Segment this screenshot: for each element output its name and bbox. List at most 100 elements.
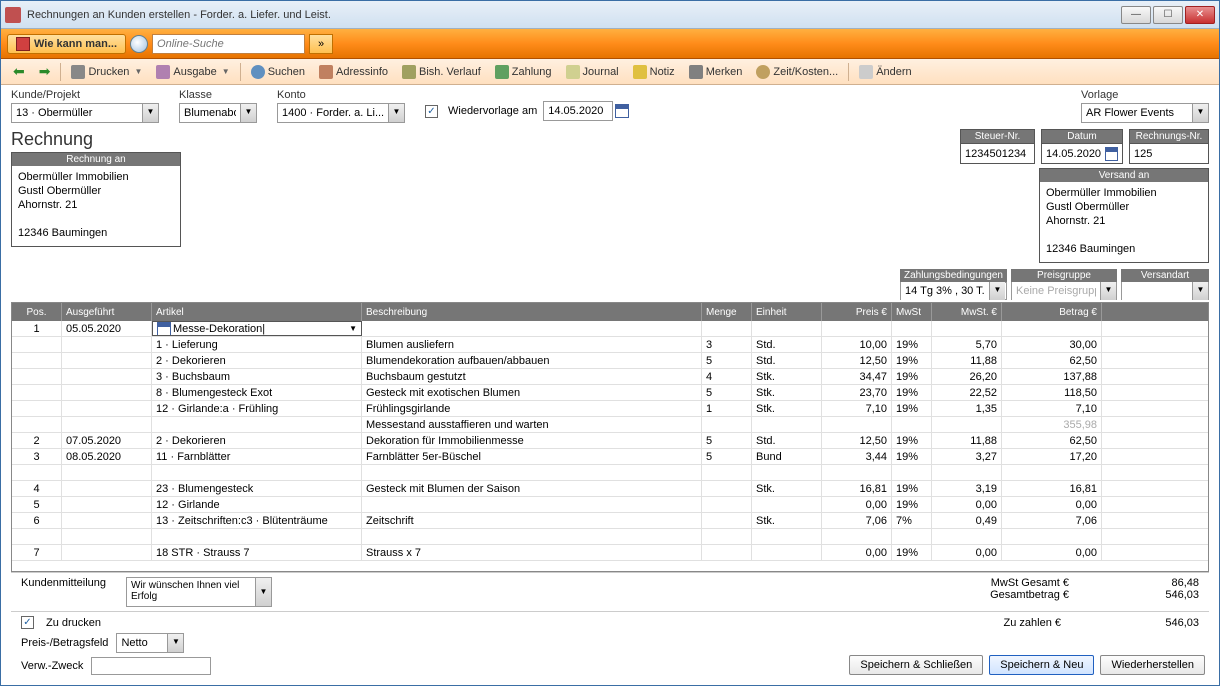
cell-vat[interactable]: 19%: [892, 545, 932, 560]
col-date[interactable]: Ausgeführt: [62, 303, 152, 321]
cell-price[interactable]: [822, 465, 892, 480]
output-button[interactable]: Ausgabe▼: [150, 63, 235, 81]
col-total[interactable]: Betrag €: [1002, 303, 1102, 321]
calendar-icon[interactable]: [615, 104, 629, 118]
cell-unit[interactable]: Stk.: [752, 513, 822, 528]
journal-button[interactable]: Journal: [560, 63, 625, 81]
cell-date[interactable]: [62, 497, 152, 512]
calendar-icon[interactable]: [1105, 147, 1118, 161]
cell-pos[interactable]: 5: [12, 497, 62, 512]
cell-item[interactable]: 1 · Lieferung: [152, 337, 362, 352]
cell-total[interactable]: 62,50: [1002, 433, 1102, 448]
purpose-input[interactable]: [91, 657, 211, 675]
cell-desc[interactable]: Farnblätter 5er-Büschel: [362, 449, 702, 464]
table-row[interactable]: 613 · Zeitschriften:c3 · BlütenträumeZei…: [12, 513, 1208, 529]
cell-price[interactable]: 7,06: [822, 513, 892, 528]
cell-item[interactable]: [152, 465, 362, 480]
cell-price[interactable]: 0,00: [822, 545, 892, 560]
cell-unit[interactable]: Bund: [752, 449, 822, 464]
cell-desc[interactable]: [362, 529, 702, 544]
cell-vate[interactable]: 0,00: [932, 545, 1002, 560]
cell-item[interactable]: Messe-Dekoration|▼: [152, 321, 362, 336]
table-row[interactable]: 718 STR · Strauss 7Strauss x 70,0019%0,0…: [12, 545, 1208, 561]
cell-unit[interactable]: Stk.: [752, 369, 822, 384]
expand-search-button[interactable]: »: [309, 34, 333, 54]
cell-desc[interactable]: [362, 465, 702, 480]
cell-desc[interactable]: Buchsbaum gestutzt: [362, 369, 702, 384]
save-close-button[interactable]: Speichern & Schließen: [849, 655, 983, 675]
cell-qty[interactable]: [702, 321, 752, 336]
cell-item[interactable]: [152, 417, 362, 432]
cell-date[interactable]: 07.05.2020: [62, 433, 152, 448]
pricegroup-combo[interactable]: ▼: [1011, 282, 1117, 300]
table-row[interactable]: [12, 529, 1208, 545]
cell-unit[interactable]: [752, 545, 822, 560]
cell-vat[interactable]: [892, 465, 932, 480]
cell-total[interactable]: 0,00: [1002, 497, 1102, 512]
cell-date[interactable]: 05.05.2020: [62, 321, 152, 336]
cell-unit[interactable]: [752, 417, 822, 432]
cell-vat[interactable]: 19%: [892, 497, 932, 512]
maximize-button[interactable]: ☐: [1153, 6, 1183, 24]
table-row[interactable]: 1 · LieferungBlumen ausliefern3Std.10,00…: [12, 337, 1208, 353]
cell-unit[interactable]: Stk.: [752, 385, 822, 400]
date-value[interactable]: 14.05.2020: [1046, 148, 1101, 160]
cell-date[interactable]: [62, 529, 152, 544]
col-vat[interactable]: MwSt: [892, 303, 932, 321]
table-row[interactable]: 12 · Girlande:a · FrühlingFrühlingsgirla…: [12, 401, 1208, 417]
cell-date[interactable]: [62, 465, 152, 480]
cell-price[interactable]: 16,81: [822, 481, 892, 496]
cell-pos[interactable]: 7: [12, 545, 62, 560]
cell-total[interactable]: 7,06: [1002, 513, 1102, 528]
cell-date[interactable]: 08.05.2020: [62, 449, 152, 464]
cell-item[interactable]: 13 · Zeitschriften:c3 · Blütenträume: [152, 513, 362, 528]
billto-block[interactable]: Rechnung an Obermüller Immobilien Gustl …: [11, 152, 181, 247]
cell-date[interactable]: [62, 337, 152, 352]
cell-desc[interactable]: Gesteck mit exotischen Blumen: [362, 385, 702, 400]
cell-qty[interactable]: 5: [702, 353, 752, 368]
back-button[interactable]: ⬅: [7, 61, 31, 82]
terms-combo[interactable]: ▼: [900, 282, 1007, 300]
toprint-checkbox[interactable]: [21, 616, 34, 629]
addressinfo-button[interactable]: Adressinfo: [313, 63, 394, 81]
cell-total[interactable]: [1002, 529, 1102, 544]
cell-vate[interactable]: 0,00: [932, 497, 1002, 512]
cell-desc[interactable]: [362, 321, 702, 336]
cell-qty[interactable]: [702, 481, 752, 496]
cell-pos[interactable]: 4: [12, 481, 62, 496]
cell-pos[interactable]: 2: [12, 433, 62, 448]
cell-total[interactable]: [1002, 465, 1102, 480]
customer-combo[interactable]: ▼: [11, 103, 159, 123]
payment-button[interactable]: Zahlung: [489, 63, 558, 81]
cell-date[interactable]: [62, 369, 152, 384]
cell-vat[interactable]: 19%: [892, 337, 932, 352]
cell-unit[interactable]: [752, 321, 822, 336]
cell-vat[interactable]: 19%: [892, 353, 932, 368]
table-row[interactable]: 308.05.202011 · FarnblätterFarnblätter 5…: [12, 449, 1208, 465]
cell-item[interactable]: 2 · Dekorieren: [152, 433, 362, 448]
table-row[interactable]: 3 · BuchsbaumBuchsbaum gestutzt4Stk.34,4…: [12, 369, 1208, 385]
cell-total[interactable]: 355,98: [1002, 417, 1102, 432]
cell-pos[interactable]: [12, 353, 62, 368]
col-item[interactable]: Artikel: [152, 303, 362, 321]
cell-total[interactable]: 17,20: [1002, 449, 1102, 464]
cell-desc[interactable]: Frühlingsgirlande: [362, 401, 702, 416]
table-row[interactable]: 512 · Girlande0,0019%0,000,00: [12, 497, 1208, 513]
pricefield-combo[interactable]: ▼: [116, 633, 184, 653]
search-icon[interactable]: [130, 35, 148, 53]
cell-qty[interactable]: [702, 513, 752, 528]
table-row[interactable]: 423 · BlumengesteckGesteck mit Blumen de…: [12, 481, 1208, 497]
cell-pos[interactable]: [12, 529, 62, 544]
cell-date[interactable]: [62, 481, 152, 496]
class-combo[interactable]: ▼: [179, 103, 257, 123]
cell-desc[interactable]: Blumendekoration aufbauen/abbauen: [362, 353, 702, 368]
resubmit-date-input[interactable]: [543, 101, 613, 121]
cell-date[interactable]: [62, 513, 152, 528]
table-row[interactable]: 207.05.20202 · DekorierenDekoration für …: [12, 433, 1208, 449]
cell-vate[interactable]: [932, 465, 1002, 480]
cell-desc[interactable]: Messestand ausstaffieren und warten: [362, 417, 702, 432]
cell-pos[interactable]: 6: [12, 513, 62, 528]
cell-pos[interactable]: [12, 417, 62, 432]
online-search-input[interactable]: [152, 34, 305, 54]
cell-total[interactable]: 118,50: [1002, 385, 1102, 400]
